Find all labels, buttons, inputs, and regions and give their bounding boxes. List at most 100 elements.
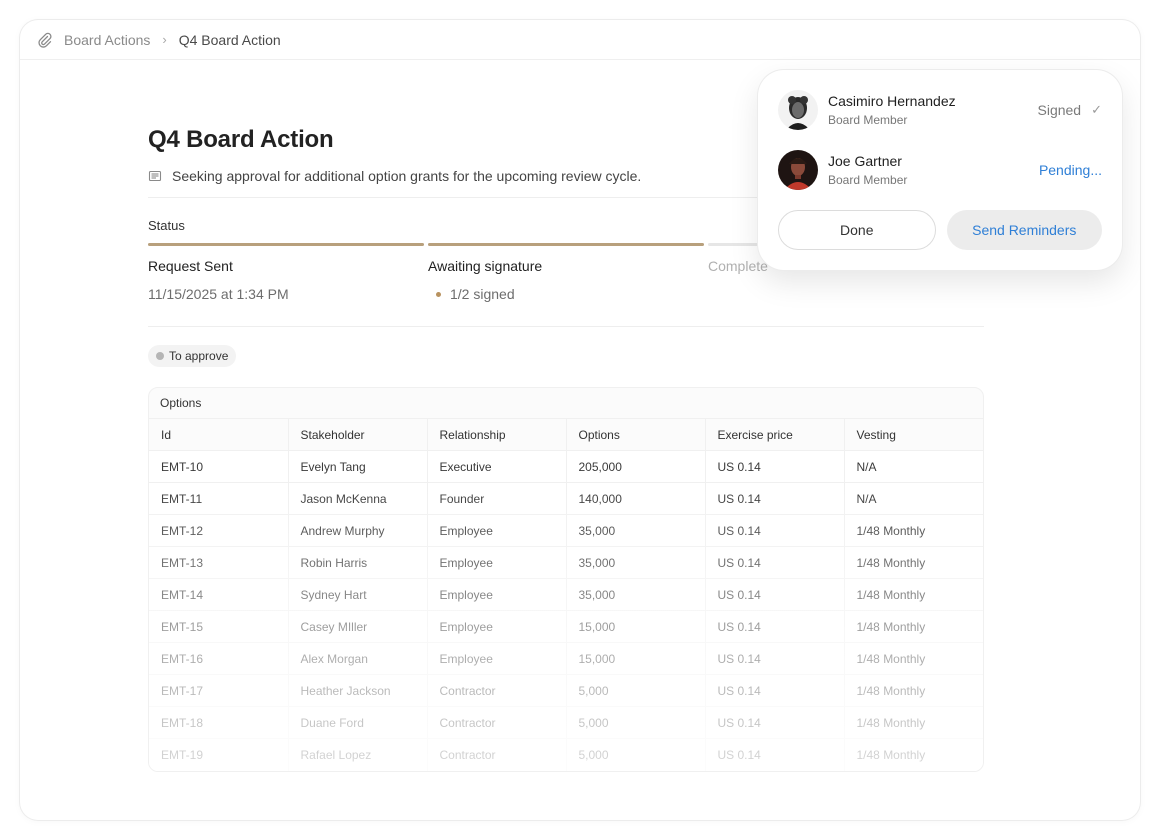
- status-dot-icon: [436, 291, 441, 297]
- badge-label: To approve: [169, 349, 229, 363]
- description-text: Seeking approval for additional option g…: [172, 168, 642, 184]
- table-cell: Duane Ford: [287, 706, 427, 739]
- avatar: [778, 150, 818, 190]
- table-cell: EMT-15: [149, 610, 288, 643]
- table-cell: Alex Morgan: [287, 642, 427, 675]
- paperclip-icon: [37, 31, 55, 49]
- table-cell: US 0.14: [704, 610, 844, 643]
- check-icon: ✓: [1091, 102, 1102, 117]
- table-cell: Robin Harris: [287, 546, 427, 579]
- table-cell: 35,000: [565, 514, 705, 547]
- table-cell: Employee: [426, 514, 566, 547]
- table-cell: EMT-10: [149, 450, 288, 483]
- table-row[interactable]: EMT-12 Andrew Murphy Employee 35,000 US 0.14…: [149, 514, 983, 547]
- table-cell: EMT-17: [149, 674, 288, 707]
- pending-status: Pending...: [1038, 162, 1102, 178]
- table-cell: 35,000: [565, 546, 705, 579]
- app-window: Board Actions › Q4 Board Action Q4 Board…: [20, 20, 1140, 820]
- table-cell: N/A: [843, 482, 983, 515]
- table-cell: 1/48 Monthly: [843, 514, 983, 547]
- table-header-row: Id Stakeholder Relationship Options Exer…: [149, 418, 983, 451]
- signer-role: Board Member: [828, 113, 908, 127]
- table-cell: US 0.14: [704, 706, 844, 739]
- column-header[interactable]: Exercise price: [704, 418, 844, 451]
- badge-dot-icon: [156, 352, 164, 360]
- chevron-right-icon: ›: [162, 32, 167, 47]
- step-progress-bar: [148, 243, 424, 246]
- step-progress-bar: [428, 243, 704, 246]
- table-cell: Employee: [426, 610, 566, 643]
- table-cell: Contractor: [426, 738, 566, 771]
- column-header[interactable]: Options: [565, 418, 705, 451]
- table-cell: 205,000: [565, 450, 705, 483]
- options-table: Id Stakeholder Relationship Options Exer…: [149, 418, 983, 771]
- step-title: Request Sent: [148, 258, 233, 274]
- table-cell: EMT-13: [149, 546, 288, 579]
- table-cell: 140,000: [565, 482, 705, 515]
- table-cell: EMT-12: [149, 514, 288, 547]
- signer-status: Signed ✓: [1038, 102, 1103, 118]
- table-row[interactable]: EMT-10 Evelyn Tang Executive 205,000 US 0.14…: [149, 450, 983, 483]
- step-signed-count: 1/2 signed: [428, 286, 704, 302]
- table-row[interactable]: EMT-16 Alex Morgan Employee 15,000 US 0.14 1/…: [149, 642, 983, 675]
- table-cell: US 0.14: [704, 546, 844, 579]
- breadcrumb-parent-link[interactable]: Board Actions: [64, 32, 150, 48]
- table-cell: 1/48 Monthly: [843, 578, 983, 611]
- table-cell: 1/48 Monthly: [843, 738, 983, 771]
- column-header[interactable]: Vesting: [843, 418, 983, 451]
- table-cell: 15,000: [565, 610, 705, 643]
- table-cell: 35,000: [565, 578, 705, 611]
- table-row[interactable]: EMT-15 Casey MIller Employee 15,000 US 0.14 1…: [149, 610, 983, 643]
- signer-name: Casimiro Hernandez: [828, 93, 956, 109]
- table-cell: US 0.14: [704, 514, 844, 547]
- table-row[interactable]: EMT-17 Heather Jackson Contractor 5,000 US 0…: [149, 674, 983, 707]
- table-cell: 1/48 Monthly: [843, 674, 983, 707]
- table-cell: Contractor: [426, 674, 566, 707]
- table-cell: Casey MIller: [287, 610, 427, 643]
- table-cell: 1/48 Monthly: [843, 706, 983, 739]
- table-cell: EMT-16: [149, 642, 288, 675]
- send-reminders-button[interactable]: Send Reminders: [946, 210, 1102, 250]
- table-cell: EMT-14: [149, 578, 288, 611]
- signer-name: Joe Gartner: [828, 153, 902, 169]
- column-header[interactable]: Relationship: [426, 418, 566, 451]
- column-header[interactable]: Stakeholder: [287, 418, 427, 451]
- table-row[interactable]: EMT-14 Sydney Hart Employee 35,000 US 0.14 1/…: [149, 578, 983, 611]
- table-cell: US 0.14: [704, 674, 844, 707]
- table-cell: Evelyn Tang: [287, 450, 427, 483]
- table-cell: Employee: [426, 546, 566, 579]
- table-cell: 15,000: [565, 642, 705, 675]
- table-cell: Founder: [426, 482, 566, 515]
- signer-role: Board Member: [828, 173, 908, 187]
- table-row[interactable]: EMT-11 Jason McKenna Founder 140,000 US 0.14…: [149, 482, 983, 515]
- table-cell: US 0.14: [704, 482, 844, 515]
- table-cell: N/A: [843, 450, 983, 483]
- signers-popover: Casimiro Hernandez Board Member Signed ✓…: [758, 70, 1122, 270]
- step-awaiting-signature: Awaiting signature 1/2 signed: [428, 243, 704, 302]
- table-cell: Rafael Lopez: [287, 738, 427, 771]
- table-cell: 5,000: [565, 706, 705, 739]
- document-icon: [148, 169, 162, 183]
- table-title: Options: [160, 396, 202, 410]
- column-header[interactable]: Id: [149, 418, 288, 451]
- table-cell: 1/48 Monthly: [843, 642, 983, 675]
- table-cell: Jason McKenna: [287, 482, 427, 515]
- table-cell: US 0.14: [704, 642, 844, 675]
- table-cell: Heather Jackson: [287, 674, 427, 707]
- table-cell: EMT-11: [149, 482, 288, 515]
- step-timestamp: 11/15/2025 at 1:34 PM: [148, 286, 289, 302]
- table-cell: 1/48 Monthly: [843, 546, 983, 579]
- table-cell: Sydney Hart: [287, 578, 427, 611]
- table-row[interactable]: EMT-13 Robin Harris Employee 35,000 US 0.14 1…: [149, 546, 983, 579]
- table-cell: US 0.14: [704, 578, 844, 611]
- table-cell: Andrew Murphy: [287, 514, 427, 547]
- step-request-sent: Request Sent 11/15/2025 at 1:34 PM: [148, 243, 424, 302]
- breadcrumb: Board Actions › Q4 Board Action: [20, 20, 1140, 60]
- table-cell: Executive: [426, 450, 566, 483]
- done-button[interactable]: Done: [778, 210, 936, 250]
- table-row[interactable]: EMT-19 Rafael Lopez Contractor 5,000 US 0.14…: [149, 738, 983, 771]
- table-cell: Contractor: [426, 706, 566, 739]
- table-cell: 5,000: [565, 738, 705, 771]
- table-cell: US 0.14: [704, 450, 844, 483]
- table-row[interactable]: EMT-18 Duane Ford Contractor 5,000 US 0.14 1/…: [149, 706, 983, 739]
